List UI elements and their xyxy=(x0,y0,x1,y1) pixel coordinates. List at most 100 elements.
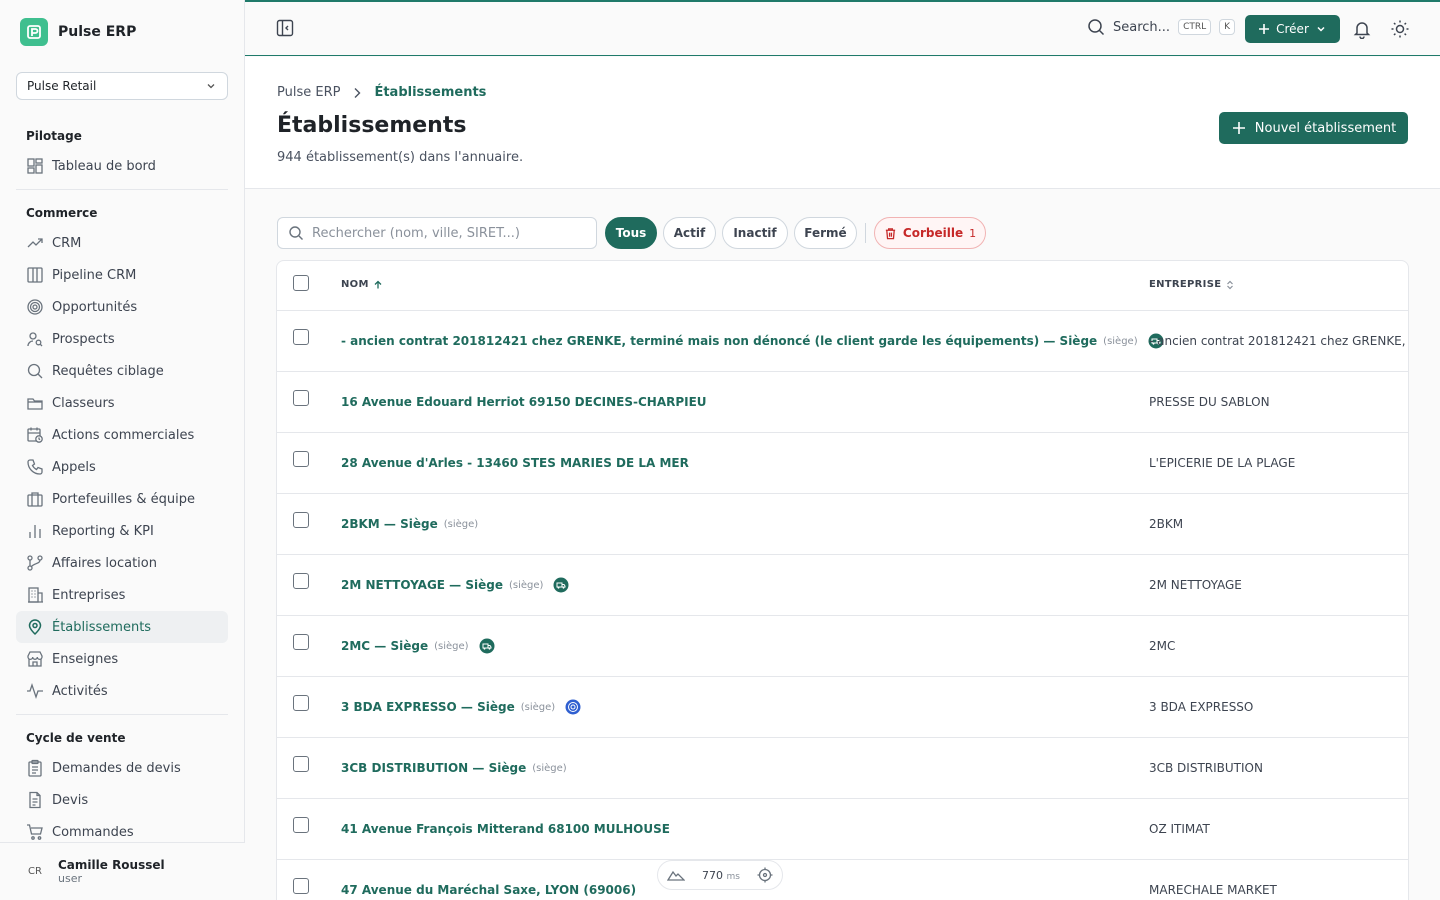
table-row[interactable]: - ancien contrat 201812421 chez GRENKE, … xyxy=(277,311,1408,372)
sidebar-item-affaires-location[interactable]: Affaires location xyxy=(16,547,228,579)
establishment-link[interactable]: 2M NETTOYAGE — Siège xyxy=(341,578,503,592)
table-row[interactable]: 47 Avenue du Maréchal Saxe, LYON (69006)… xyxy=(277,860,1408,900)
column-header-nom[interactable]: NOM xyxy=(341,279,383,290)
filter-chip-inactif[interactable]: Inactif xyxy=(722,217,788,249)
sidebar-item-prospects[interactable]: Prospects xyxy=(16,323,228,355)
top-header: Search... CTRL K Créer xyxy=(245,2,1440,56)
folder-icon xyxy=(27,398,43,410)
sidebar-item-label: Commandes xyxy=(52,824,134,840)
column-header-entreprise[interactable]: ENTREPRISE xyxy=(1149,279,1235,290)
sidebar-toggle-button[interactable] xyxy=(275,18,295,42)
sidebar-item-reporting-kpi[interactable]: Reporting & KPI xyxy=(16,515,228,547)
sidebar: Pulse ERP Pulse Retail Pilotage Tableau … xyxy=(0,0,245,900)
sidebar-item-label: Actions commerciales xyxy=(52,427,195,443)
nav-section-title: Pilotage xyxy=(26,129,82,143)
sidebar-item-enseignes[interactable]: Enseignes xyxy=(16,643,228,675)
row-checkbox[interactable] xyxy=(293,817,309,833)
establishment-link[interactable]: 16 Avenue Edouard Herriot 69150 DECINES-… xyxy=(341,395,707,409)
establishment-link[interactable]: 2MC — Siège xyxy=(341,639,428,653)
sidebar-item-pipeline-crm[interactable]: Pipeline CRM xyxy=(16,259,228,291)
row-checkbox[interactable] xyxy=(293,756,309,772)
sidebar-item-label: Opportunités xyxy=(52,299,138,315)
user-menu[interactable]: CR Camille Roussel user xyxy=(0,842,245,900)
perf-unit: ms xyxy=(726,871,740,882)
sidebar-item-entreprises[interactable]: Entreprises xyxy=(16,579,228,611)
establishment-link[interactable]: 3 BDA EXPRESSO — Siège xyxy=(341,700,515,714)
store-icon xyxy=(27,651,43,667)
table-row[interactable]: 3CB DISTRIBUTION — Siège (siège) 3CB DISTR… xyxy=(277,738,1408,799)
table-row[interactable]: 41 Avenue François Mitterand 68100 MULHO… xyxy=(277,799,1408,860)
truck-badge-icon xyxy=(553,577,569,593)
row-checkbox[interactable] xyxy=(293,573,309,589)
sun-icon xyxy=(1391,20,1409,38)
trash-count: 1 xyxy=(969,226,977,240)
column-header-label: NOM xyxy=(341,279,369,290)
table-row[interactable]: 16 Avenue Edouard Herriot 69150 DECINES-… xyxy=(277,372,1408,433)
sidebar-item-appels[interactable]: Appels xyxy=(16,451,228,483)
row-checkbox[interactable] xyxy=(293,634,309,650)
sidebar-item-activites[interactable]: Activités xyxy=(16,675,228,707)
user-search-icon xyxy=(27,332,43,347)
row-checkbox[interactable] xyxy=(293,878,309,894)
filter-chip-ferme[interactable]: Fermé xyxy=(794,217,857,249)
establishment-link[interactable]: 41 Avenue François Mitterand 68100 MULHO… xyxy=(341,822,670,836)
create-button[interactable]: Créer xyxy=(1245,15,1340,43)
search-input[interactable] xyxy=(312,225,582,241)
siege-tag: (siège) xyxy=(443,518,479,530)
filter-chip-tous[interactable]: Tous xyxy=(605,217,657,249)
nav-section-commerce: Commerce CRM Pipeline CRM Opportunités P… xyxy=(16,197,228,707)
table-row[interactable]: 28 Avenue d'Arles - 13460 STES MARIES DE… xyxy=(277,433,1408,494)
cell-company: 2BKM xyxy=(1149,517,1184,531)
sidebar-item-crm[interactable]: CRM xyxy=(16,227,228,259)
table-row[interactable]: 2M NETTOYAGE — Siège (siège) 2M NETTOYAGE xyxy=(277,555,1408,616)
list-search[interactable] xyxy=(277,217,597,249)
sidebar-item-actions-commerciales[interactable]: Actions commerciales xyxy=(16,419,228,451)
sidebar-item-label: Établissements xyxy=(52,619,152,635)
notifications-button[interactable] xyxy=(1352,19,1372,43)
table-row[interactable]: 2MC — Siège (siège) 2MC xyxy=(277,616,1408,677)
table-row[interactable]: 2BKM — Siège (siège) 2BKM xyxy=(277,494,1408,555)
sidebar-item-tableau-de-bord[interactable]: Tableau de bord xyxy=(16,150,228,182)
sidebar-item-label: Affaires location xyxy=(52,555,157,571)
filter-chip-actif[interactable]: Actif xyxy=(663,217,716,249)
chip-separator xyxy=(865,223,866,243)
sidebar-item-opportunites[interactable]: Opportunités xyxy=(16,291,228,323)
cell-company: OZ ITIMAT xyxy=(1149,822,1210,836)
row-checkbox[interactable] xyxy=(293,512,309,528)
brand[interactable]: Pulse ERP xyxy=(20,18,136,46)
global-search-button[interactable]: Search... CTRL K xyxy=(1087,18,1236,36)
nav-section-cycle-de-vente: Cycle de vente Demandes de devis Devis C… xyxy=(16,722,228,848)
sidebar-item-requetes-ciblage[interactable]: Requêtes ciblage xyxy=(16,355,228,387)
establishment-link[interactable]: - ancien contrat 201812421 chez GRENKE, … xyxy=(341,334,1097,348)
establishment-link[interactable]: 28 Avenue d'Arles - 13460 STES MARIES DE… xyxy=(341,456,689,470)
table-row[interactable]: 3 BDA EXPRESSO — Siège (siège) 3 BDA EXPRE… xyxy=(277,677,1408,738)
search-icon xyxy=(27,363,43,379)
establishment-link[interactable]: 3CB DISTRIBUTION — Siège xyxy=(341,761,526,775)
siege-tag: (siège) xyxy=(520,701,556,713)
establishment-link[interactable]: 47 Avenue du Maréchal Saxe, LYON (69006) xyxy=(341,883,636,897)
search-icon xyxy=(1088,19,1105,36)
page-title: Établissements xyxy=(277,113,467,138)
cell-name: 2MC — Siège (siège) xyxy=(341,616,495,676)
sidebar-item-classeurs[interactable]: Classeurs xyxy=(16,387,228,419)
select-all-checkbox[interactable] xyxy=(293,275,309,291)
list-section: Tous Actif Inactif Fermé Corbeille 1 NOM… xyxy=(245,189,1440,900)
establishment-link[interactable]: 2BKM — Siège xyxy=(341,517,438,531)
sidebar-item-label: Activités xyxy=(52,683,108,699)
trash-filter-button[interactable]: Corbeille 1 xyxy=(874,217,986,249)
perf-indicator[interactable]: 770 ms xyxy=(657,860,783,890)
sidebar-item-devis[interactable]: Devis xyxy=(16,784,228,816)
row-checkbox[interactable] xyxy=(293,329,309,345)
sidebar-item-demandes-de-devis[interactable]: Demandes de devis xyxy=(16,752,228,784)
row-checkbox[interactable] xyxy=(293,451,309,467)
org-select[interactable]: Pulse Retail xyxy=(16,72,228,100)
dashboard-icon xyxy=(27,158,43,174)
row-checkbox[interactable] xyxy=(293,390,309,406)
sidebar-item-label: Enseignes xyxy=(52,651,119,667)
sidebar-item-etablissements[interactable]: Établissements xyxy=(16,611,228,643)
row-checkbox[interactable] xyxy=(293,695,309,711)
theme-toggle-button[interactable] xyxy=(1390,19,1410,43)
new-establishment-button[interactable]: Nouvel établissement xyxy=(1219,112,1408,144)
breadcrumb-root-link[interactable]: Pulse ERP xyxy=(277,85,340,100)
sidebar-item-portefeuilles[interactable]: Portefeuilles & équipe xyxy=(16,483,228,515)
